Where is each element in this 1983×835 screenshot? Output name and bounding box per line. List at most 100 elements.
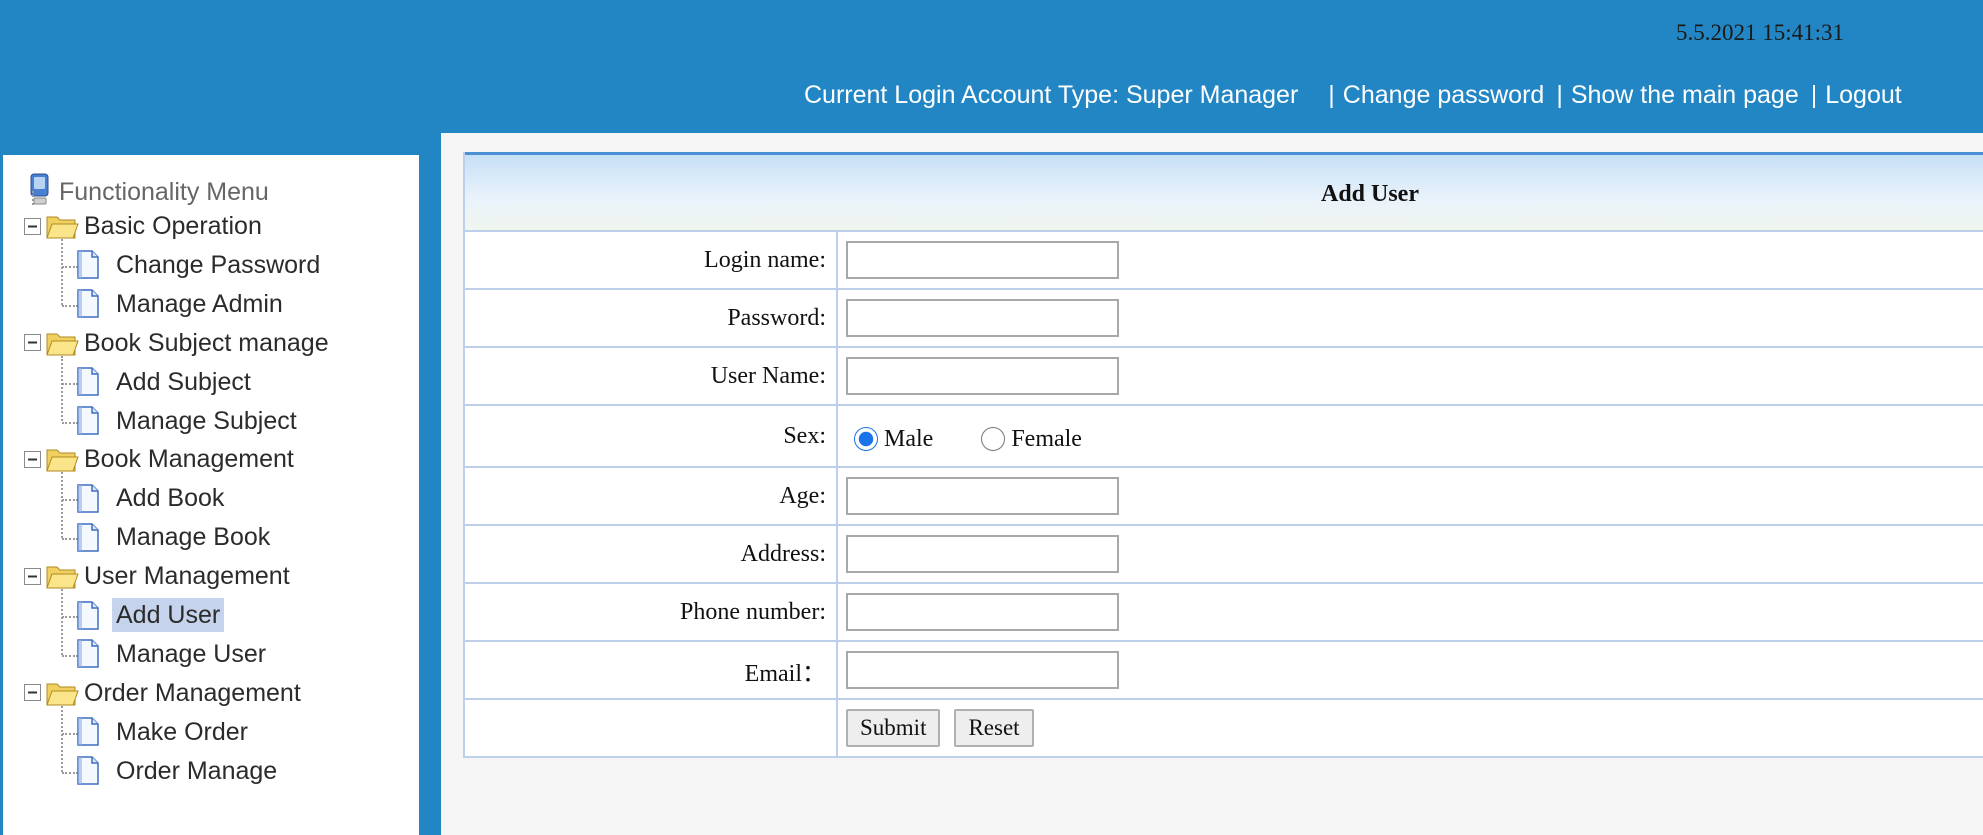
- collapse-icon[interactable]: [24, 334, 41, 352]
- tree-connector: [61, 589, 63, 655]
- panel-title: Add User: [1320, 181, 1419, 207]
- collapse-icon[interactable]: [24, 217, 41, 235]
- show-main-page-link[interactable]: Show the main page: [1571, 81, 1799, 110]
- menu-item[interactable]: Order Manage: [76, 754, 281, 788]
- menu-group[interactable]: Order Management: [24, 676, 301, 710]
- logout-link[interactable]: Logout: [1825, 81, 1901, 110]
- menu-item[interactable]: Add User: [76, 598, 225, 632]
- menu-item[interactable]: Add Subject: [76, 365, 255, 399]
- main-content: Add User Login name: Password: User Name…: [441, 133, 1983, 835]
- menu-item-label[interactable]: Make Order: [112, 715, 252, 749]
- address-label: Address:: [465, 526, 838, 582]
- age-input[interactable]: [846, 477, 1119, 515]
- change-password-link[interactable]: Change password: [1343, 81, 1545, 110]
- sidebar: Functionality Menu Basic Operation Change…: [3, 155, 419, 835]
- menu-item[interactable]: Manage Subject: [76, 404, 301, 438]
- collapse-icon[interactable]: [24, 450, 41, 468]
- nav-separator: |: [1810, 80, 1818, 109]
- email-input[interactable]: [846, 651, 1119, 689]
- menu-item-label[interactable]: Add Book: [112, 481, 228, 515]
- menu-item[interactable]: Manage Admin: [76, 287, 287, 321]
- menu-item[interactable]: Manage Book: [76, 520, 274, 554]
- menu-group-label: Order Management: [84, 678, 301, 707]
- nav-separator: |: [1328, 80, 1335, 109]
- add-user-panel: Add User Login name: Password: User Name…: [463, 152, 1983, 758]
- sex-row: Sex: Male Female: [465, 406, 1983, 468]
- menu-item-label[interactable]: Manage Admin: [112, 287, 287, 321]
- menu-item-label[interactable]: Manage Subject: [112, 404, 301, 438]
- menu-item[interactable]: Make Order: [76, 715, 252, 749]
- email-row: Email：: [465, 642, 1983, 700]
- tree-connector: [61, 705, 63, 772]
- folder-open-icon: [45, 212, 79, 240]
- sex-option-female[interactable]: Female: [973, 426, 1082, 453]
- reset-button[interactable]: Reset: [954, 709, 1034, 747]
- tree-connector: [61, 239, 63, 305]
- address-row: Address:: [465, 526, 1983, 584]
- menu-title: Functionality Menu: [29, 173, 269, 209]
- age-row: Age:: [465, 468, 1983, 526]
- password-row: Password:: [465, 290, 1983, 348]
- document-icon: [76, 522, 100, 552]
- collapse-icon[interactable]: [24, 684, 41, 702]
- menu-item-label[interactable]: Order Manage: [112, 754, 281, 788]
- panel-header: Add User: [465, 152, 1983, 232]
- user-name-row: User Name:: [465, 348, 1983, 406]
- menu-item[interactable]: Manage User: [76, 637, 270, 671]
- user-name-label: User Name:: [465, 348, 838, 404]
- nav-separator: |: [1556, 80, 1563, 109]
- menu-group[interactable]: User Management: [24, 559, 290, 593]
- menu-item[interactable]: Change Password: [76, 248, 324, 282]
- document-icon: [76, 756, 100, 785]
- menu-item-label[interactable]: Manage User: [112, 637, 270, 671]
- document-icon: [76, 250, 100, 280]
- document-icon: [76, 289, 100, 319]
- female-radio[interactable]: [981, 427, 1006, 451]
- folder-open-icon: [45, 445, 79, 473]
- actions-row: Submit Reset: [465, 700, 1983, 758]
- menu-group[interactable]: Book Management: [24, 442, 294, 476]
- male-label: Male: [884, 425, 934, 452]
- document-icon: [76, 367, 100, 396]
- top-nav: Current Login Account Type: Super Manage…: [804, 78, 1902, 112]
- sex-option-male[interactable]: Male: [846, 426, 933, 453]
- folder-open-icon: [45, 679, 79, 707]
- password-input[interactable]: [846, 299, 1119, 337]
- phone-label: Phone number:: [465, 584, 838, 640]
- password-label: Password:: [465, 290, 838, 346]
- document-icon: [76, 717, 100, 746]
- login-name-label: Login name:: [465, 232, 838, 288]
- male-radio[interactable]: [854, 427, 878, 451]
- submit-button[interactable]: Submit: [846, 709, 941, 747]
- tree-connector: [61, 472, 63, 539]
- address-input[interactable]: [846, 535, 1119, 573]
- menu-item[interactable]: Add Book: [76, 481, 228, 515]
- document-icon: [76, 406, 100, 435]
- email-label: Email：: [465, 642, 838, 698]
- sex-label: Sex:: [465, 406, 838, 466]
- document-icon: [76, 639, 100, 669]
- menu-item-label[interactable]: Change Password: [112, 248, 324, 282]
- female-label: Female: [1011, 425, 1082, 452]
- folder-open-icon: [45, 562, 79, 590]
- menu-group[interactable]: Book Subject manage: [24, 326, 329, 360]
- actions-label-cell: [465, 700, 838, 756]
- folder-open-icon: [45, 329, 79, 357]
- phone-input[interactable]: [846, 593, 1119, 631]
- menu-item-label[interactable]: Add Subject: [112, 365, 255, 399]
- collapse-icon[interactable]: [24, 567, 41, 585]
- menu-group[interactable]: Basic Operation: [24, 209, 262, 243]
- menu-group-label: User Management: [84, 562, 290, 591]
- menu-group-label: Basic Operation: [84, 212, 262, 240]
- tree-connector: [32, 191, 34, 205]
- user-name-input[interactable]: [846, 357, 1119, 395]
- age-label: Age:: [465, 468, 838, 524]
- login-name-input[interactable]: [846, 241, 1119, 279]
- menu-group-label: Book Management: [84, 445, 294, 474]
- menu-item-label[interactable]: Manage Book: [112, 520, 274, 554]
- phone-row: Phone number:: [465, 584, 1983, 642]
- datetime: 5.5.2021 15:41:31: [1676, 20, 1845, 45]
- tree-connector: [61, 355, 63, 422]
- menu-item-label[interactable]: Add User: [112, 598, 225, 632]
- menu-title-label: Functionality Menu: [59, 177, 269, 206]
